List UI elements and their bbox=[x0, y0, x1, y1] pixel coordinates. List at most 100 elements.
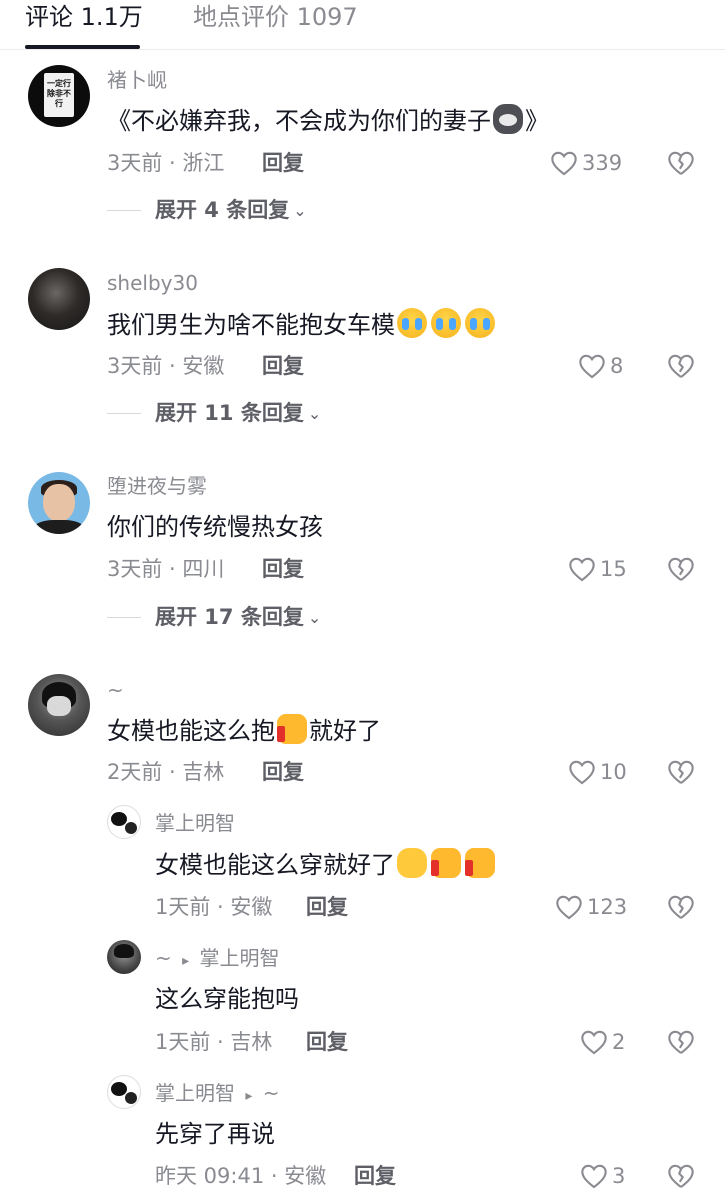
reply-to-user[interactable]: ~ bbox=[263, 1081, 280, 1105]
reply-text-part: 先穿了再说 bbox=[155, 1120, 275, 1148]
like-count: 8 bbox=[610, 354, 624, 378]
dislike-broken-heart-icon[interactable] bbox=[667, 150, 695, 176]
like-button[interactable]: 15 bbox=[568, 554, 627, 584]
comment-username[interactable]: 褚卜岘 bbox=[107, 67, 167, 93]
like-button[interactable]: 10 bbox=[568, 757, 627, 787]
reply-author[interactable]: ~ bbox=[155, 946, 172, 970]
reply-text: 这么穿能抱吗 bbox=[155, 983, 299, 1015]
tab-comments[interactable]: 评论 1.1万 bbox=[25, 2, 143, 32]
avatar-pattern bbox=[111, 812, 127, 826]
reply-text-part: 这么穿能抱吗 bbox=[155, 985, 299, 1013]
reply-text-part: 女模也能这么穿就好了 bbox=[155, 851, 395, 879]
heart-icon bbox=[579, 354, 605, 379]
expand-divider bbox=[107, 412, 141, 414]
reply-text: 女模也能这么穿就好了 bbox=[155, 848, 497, 881]
avatar-shirt bbox=[34, 520, 84, 534]
dislike-broken-heart-icon[interactable] bbox=[667, 556, 695, 582]
chevron-down-icon: ⌄ bbox=[293, 200, 307, 220]
expand-replies[interactable]: 展开 17 条回复 ⌄ bbox=[107, 603, 321, 631]
reply-to-arrow-icon: ▸ bbox=[245, 1088, 253, 1104]
comment-tabs: 评论 1.1万 地点评价 1097 bbox=[0, 0, 725, 50]
avatar[interactable] bbox=[107, 805, 141, 839]
like-count: 123 bbox=[587, 895, 628, 919]
expand-replies-label: 展开 4 条回复 bbox=[155, 198, 290, 222]
thumbs-up-emoji-icon bbox=[465, 848, 495, 878]
like-count: 339 bbox=[582, 151, 623, 175]
avatar-hair bbox=[114, 944, 134, 958]
avatar-pattern bbox=[125, 1092, 137, 1104]
expand-replies-label: 展开 17 条回复 bbox=[155, 605, 304, 629]
comment-text: 《不必嫌弃我，不会成为你们的妻子 》 bbox=[107, 104, 549, 137]
reply-username: ~ ▸ 掌上明智 bbox=[155, 945, 280, 974]
reply-username: 掌上明智 ▸ ~ bbox=[155, 1080, 280, 1109]
crying-face-emoji-icon bbox=[465, 308, 495, 338]
comment-username[interactable]: ~ bbox=[107, 677, 124, 703]
avatar-face bbox=[47, 696, 71, 716]
reply-text: 先穿了再说 bbox=[155, 1118, 275, 1150]
like-count: 3 bbox=[612, 1164, 626, 1188]
expand-replies[interactable]: 展开 4 条回复 ⌄ bbox=[107, 196, 307, 224]
reply-button[interactable]: 回复 bbox=[306, 893, 348, 921]
avatar-book-image: 一定行 除非不行 bbox=[44, 73, 74, 117]
heart-icon bbox=[569, 760, 595, 785]
like-button[interactable]: 123 bbox=[555, 892, 627, 922]
reply-username[interactable]: 掌上明智 bbox=[155, 810, 235, 836]
dislike-broken-heart-icon[interactable] bbox=[667, 894, 695, 920]
avatar-pattern bbox=[125, 822, 137, 834]
crying-face-emoji-icon bbox=[431, 308, 461, 338]
like-button[interactable]: 2 bbox=[580, 1027, 625, 1057]
comment-time-location: 3天前 · 四川 bbox=[107, 557, 225, 581]
reply-time-location: 1天前 · 吉林 bbox=[155, 1030, 273, 1054]
avatar[interactable] bbox=[28, 674, 90, 736]
thumbs-up-emoji-icon bbox=[277, 714, 307, 744]
dislike-broken-heart-icon[interactable] bbox=[667, 1163, 695, 1189]
expand-divider bbox=[107, 616, 141, 618]
heart-icon bbox=[581, 1164, 607, 1189]
chevron-down-icon: ⌄ bbox=[307, 607, 322, 627]
comment-text: 我们男生为啥不能抱女车模 bbox=[107, 308, 497, 341]
reply-button[interactable]: 回复 bbox=[306, 1028, 348, 1056]
comment-text-part: 就好了 bbox=[309, 717, 381, 745]
reply-button[interactable]: 回复 bbox=[262, 149, 304, 177]
reply-button[interactable]: 回复 bbox=[354, 1162, 396, 1190]
avatar[interactable] bbox=[28, 472, 90, 534]
chevron-down-icon: ⌄ bbox=[307, 403, 322, 423]
avatar[interactable] bbox=[107, 940, 141, 974]
avatar[interactable] bbox=[107, 1075, 141, 1109]
comment-text-part: 《不必嫌弃我，不会成为你们的妻子 bbox=[107, 107, 491, 135]
reply-button[interactable]: 回复 bbox=[262, 758, 304, 786]
reply-author[interactable]: 掌上明智 bbox=[155, 1081, 235, 1105]
like-button[interactable]: 3 bbox=[580, 1161, 625, 1191]
tab-location-reviews[interactable]: 地点评价 1097 bbox=[193, 2, 358, 32]
dislike-broken-heart-icon[interactable] bbox=[667, 1029, 695, 1055]
comment-username[interactable]: 堕进夜与雾 bbox=[107, 473, 207, 499]
reply-time-location: 1天前 · 安徽 bbox=[155, 895, 273, 919]
thumbs-up-emoji-icon bbox=[431, 848, 461, 878]
like-count: 10 bbox=[600, 760, 627, 784]
like-count: 15 bbox=[600, 557, 627, 581]
comment-text-part: 》 bbox=[525, 107, 549, 135]
comment-time-location: 3天前 · 安徽 bbox=[107, 354, 225, 378]
expand-replies[interactable]: 展开 11 条回复 ⌄ bbox=[107, 399, 321, 427]
dislike-broken-heart-icon[interactable] bbox=[667, 759, 695, 785]
comment-text-part: 你们的传统慢热女孩 bbox=[107, 513, 323, 541]
expand-divider bbox=[107, 209, 141, 211]
reply-button[interactable]: 回复 bbox=[262, 352, 304, 380]
active-tab-indicator bbox=[25, 45, 140, 49]
avatar[interactable] bbox=[28, 268, 90, 330]
reply-to-arrow-icon: ▸ bbox=[182, 953, 190, 969]
reply-time-location: 昨天 09:41 · 安徽 bbox=[155, 1164, 327, 1188]
reply-button[interactable]: 回复 bbox=[262, 555, 304, 583]
avatar[interactable]: 一定行 除非不行 bbox=[28, 65, 90, 127]
reply-to-user[interactable]: 掌上明智 bbox=[200, 946, 280, 970]
avatar-face bbox=[43, 484, 75, 522]
heart-icon bbox=[569, 557, 595, 582]
heart-icon bbox=[551, 151, 577, 176]
like-button[interactable]: 339 bbox=[550, 148, 622, 178]
dislike-broken-heart-icon[interactable] bbox=[667, 353, 695, 379]
comment-username[interactable]: shelby30 bbox=[107, 270, 198, 296]
comment-text: 你们的传统慢热女孩 bbox=[107, 511, 323, 543]
like-button[interactable]: 8 bbox=[578, 351, 623, 381]
comment-text: 女模也能这么抱 就好了 bbox=[107, 714, 381, 747]
comment-time-location: 2天前 · 吉林 bbox=[107, 760, 225, 784]
